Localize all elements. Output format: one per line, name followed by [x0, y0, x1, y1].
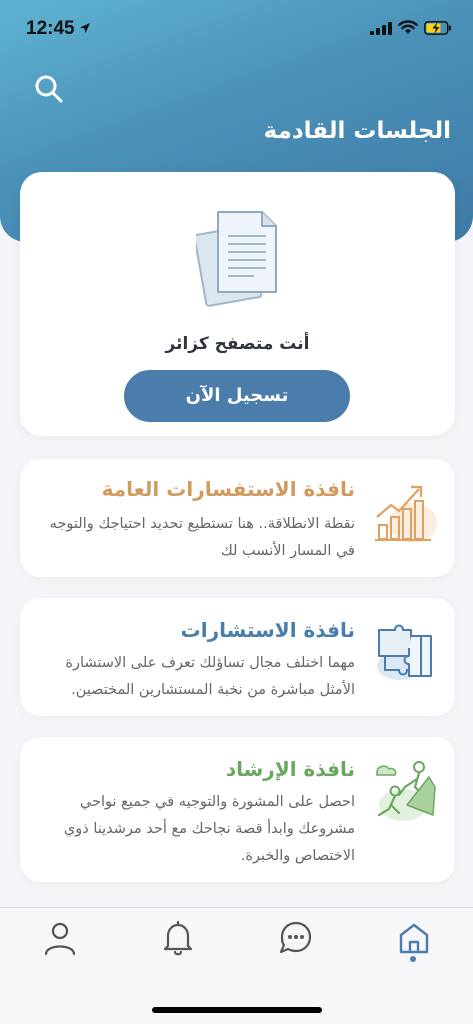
active-tab-indicator [410, 956, 416, 962]
mentorship-card[interactable]: نافذة الإرشاد احصل على المشورة والتوجيه … [20, 737, 455, 882]
cellular-signal-icon [370, 22, 392, 35]
bell-icon[interactable] [158, 918, 198, 958]
mentorship-description: احصل على المشورة والتوجيه في جميع نواحي … [63, 794, 355, 864]
consultations-title: نافذة الاستشارات [180, 618, 355, 642]
location-arrow-icon [80, 23, 90, 33]
mentorship-title: نافذة الإرشاد [225, 757, 355, 781]
guest-card: أنت متصفح كزائر تسجيل الآن [20, 172, 455, 436]
home-icon[interactable] [394, 918, 434, 958]
status-bar: 12:45 [0, 0, 473, 58]
wifi-icon [398, 20, 418, 34]
status-time: 12:45 [26, 18, 75, 39]
growth-chart-icon [375, 485, 437, 543]
home-indicator[interactable] [152, 1007, 322, 1013]
chat-icon[interactable] [276, 918, 316, 958]
mentor-climb-icon [376, 761, 436, 821]
page-title: الجلسات القادمة [263, 118, 451, 144]
puzzle-icon [377, 624, 432, 680]
register-button[interactable]: تسجيل الآن [124, 370, 350, 422]
general-inquiries-card[interactable]: نافذة الاستفسارات العامة نقطة الانطلاقة.… [20, 459, 455, 577]
consultations-card[interactable]: نافذة الاستشارات مهما اختلف مجال تساؤلك … [20, 598, 455, 716]
guest-message: أنت متصفح كزائر [165, 334, 310, 354]
general-inquiries-description: نقطة الانطلاقة.. هنا تستطيع تحديد احتياج… [49, 516, 355, 559]
profile-icon[interactable] [40, 918, 80, 958]
consultations-description: مهما اختلف مجال تساؤلك تعرف على الاستشار… [65, 655, 355, 698]
battery-charging-icon [424, 21, 451, 35]
search-icon[interactable] [32, 72, 66, 106]
document-icon [196, 211, 277, 307]
general-inquiries-title: نافذة الاستفسارات العامة [101, 477, 355, 501]
